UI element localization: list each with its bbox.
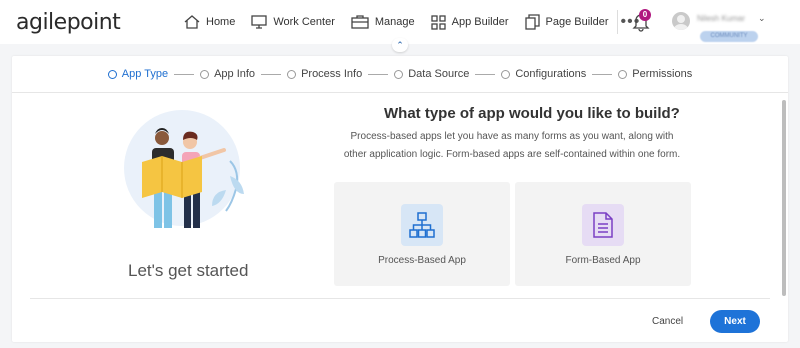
process-flow-icon bbox=[401, 204, 443, 246]
nav-item-label: Page Builder bbox=[545, 16, 609, 28]
monitor-icon bbox=[251, 15, 267, 29]
avatar[interactable] bbox=[672, 12, 690, 30]
wizard-steps: App Type App Info Process Info Data Sour… bbox=[12, 56, 788, 92]
nav-item-home[interactable]: Home bbox=[184, 15, 235, 29]
step-label: Data Source bbox=[408, 68, 470, 80]
footer-divider bbox=[30, 298, 770, 299]
step-connector bbox=[592, 73, 613, 75]
page-title: What type of app would you like to build… bbox=[384, 105, 680, 122]
vertical-scrollbar[interactable] bbox=[782, 100, 786, 296]
step-process-info[interactable]: Process Info bbox=[287, 68, 362, 80]
nav-item-page-builder[interactable]: Page Builder bbox=[524, 14, 609, 30]
app-type-description: Process-based apps let you have as many … bbox=[343, 131, 681, 160]
nav-item-label: Manage bbox=[374, 16, 415, 28]
form-based-app-option[interactable]: Form-Based App bbox=[515, 182, 691, 286]
step-circle-icon bbox=[200, 69, 210, 79]
nav-item-label: Home bbox=[206, 16, 236, 28]
nav-item-label: Work Center bbox=[273, 16, 335, 28]
collapse-header-button[interactable]: ⌃ bbox=[392, 38, 408, 52]
step-permissions[interactable]: Permissions bbox=[618, 68, 692, 80]
main-nav: Home Work Center Manage App Builder Page… bbox=[184, 0, 656, 44]
step-circle-icon bbox=[394, 69, 404, 79]
role-badge: COMMUNITY bbox=[700, 31, 758, 42]
step-label: Configurations bbox=[515, 68, 587, 80]
home-icon bbox=[184, 15, 200, 29]
process-based-app-option[interactable]: Process-Based App bbox=[334, 182, 510, 286]
step-label: App Info bbox=[214, 68, 256, 80]
logo-text: agilepoint bbox=[16, 10, 121, 35]
step-circle-icon bbox=[618, 69, 628, 79]
step-connector bbox=[261, 73, 282, 75]
chevron-up-icon: ⌃ bbox=[396, 40, 404, 50]
form-document-icon bbox=[582, 204, 624, 246]
nav-divider bbox=[617, 10, 618, 34]
nav-item-app-builder[interactable]: App Builder bbox=[431, 14, 509, 30]
step-label: Process Info bbox=[301, 68, 363, 80]
agilepoint-logo[interactable]: agilepoint bbox=[16, 10, 121, 35]
people-with-map-illustration bbox=[124, 110, 244, 228]
nav-item-label: App Builder bbox=[451, 16, 509, 28]
option-label: Form-Based App bbox=[565, 255, 641, 266]
step-connector bbox=[475, 73, 496, 75]
nav-item-manage[interactable]: Manage bbox=[351, 15, 415, 29]
step-data-source[interactable]: Data Source bbox=[394, 68, 469, 80]
user-name[interactable]: Nilesh Kumar bbox=[697, 14, 745, 23]
step-connector bbox=[174, 73, 195, 75]
get-started-heading: Let's get started bbox=[128, 261, 249, 280]
notification-badge: 0 bbox=[639, 9, 651, 21]
next-button[interactable]: Next bbox=[710, 310, 760, 333]
grid-icon bbox=[431, 14, 446, 30]
nav-item-work-center[interactable]: Work Center bbox=[251, 15, 335, 29]
step-configurations[interactable]: Configurations bbox=[501, 68, 586, 80]
step-circle-icon bbox=[107, 69, 117, 79]
briefcase-icon bbox=[351, 15, 369, 29]
step-app-type[interactable]: App Type bbox=[107, 68, 169, 80]
steps-divider bbox=[12, 92, 788, 93]
step-circle-icon bbox=[287, 69, 297, 79]
step-app-info[interactable]: App Info bbox=[200, 68, 255, 80]
step-connector bbox=[368, 73, 389, 75]
pages-icon bbox=[524, 14, 540, 30]
chevron-down-icon[interactable]: ⌄ bbox=[758, 13, 766, 24]
step-label: Permissions bbox=[632, 68, 693, 80]
option-label: Process-Based App bbox=[378, 255, 466, 266]
step-circle-icon bbox=[501, 69, 511, 79]
step-label: App Type bbox=[121, 68, 169, 80]
cancel-button[interactable]: Cancel bbox=[652, 316, 683, 327]
create-app-wizard: App Type App Info Process Info Data Sour… bbox=[12, 56, 788, 342]
